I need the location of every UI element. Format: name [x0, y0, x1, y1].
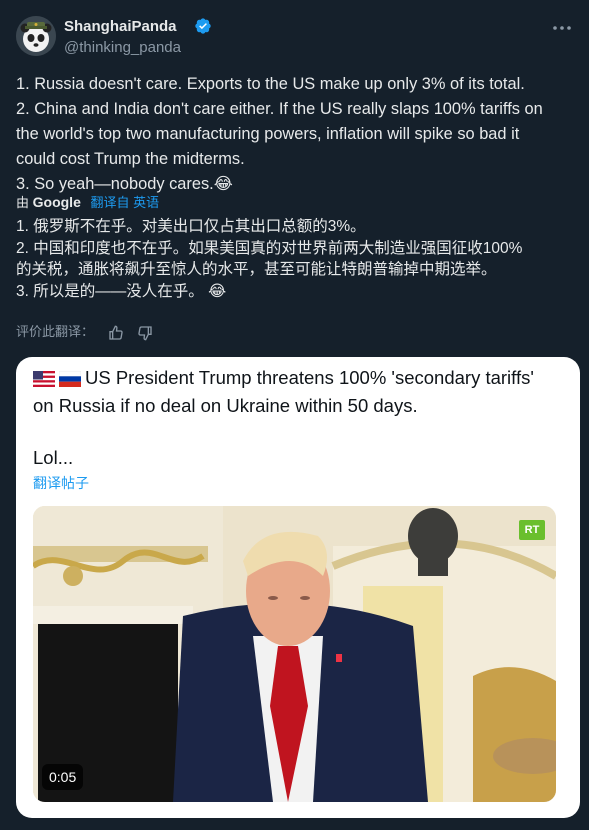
translation-line: 3. 所以是的——没人在乎。 😂 — [16, 282, 227, 300]
translated-from-link[interactable]: 翻译自 英语 — [91, 195, 160, 210]
rate-translation-row: 评价此翻译： — [16, 322, 153, 342]
rt-logo: RT — [519, 520, 545, 540]
translation-line: 1. 俄罗斯不在乎。对美出口仅占其出口总额的3%。 — [16, 218, 366, 235]
tweet-line: could cost Trump the midterms. — [16, 150, 245, 168]
translated-text: 1. 俄罗斯不在乎。对美出口仅占其出口总额的3%。 2. 中国和印度也不在乎。如… — [16, 216, 576, 302]
quoted-post-text: US President Trump threatens 100% 'secon… — [33, 364, 563, 420]
us-flag-icon — [33, 371, 55, 388]
tweet-line: 2. China and India don't care either. If… — [16, 100, 543, 118]
verified-badge-icon — [195, 18, 211, 34]
translation-line: 的关税，通胀将飙升至惊人的水平，甚至可能让特朗普输掉中期选举。 — [16, 261, 497, 278]
tweet-header: ShanghaiPanda @thinking_panda — [16, 14, 573, 58]
tweet-line: the world's top two manufacturing powers… — [16, 125, 520, 143]
video-player[interactable]: RT 0:05 — [33, 506, 556, 802]
video-thumbnail — [33, 506, 556, 802]
translation-line: 2. 中国和印度也不在乎。如果美国真的对世界前两大制造业强国征收100% — [16, 239, 523, 257]
russia-flag-icon — [59, 371, 81, 388]
google-logo: Google — [32, 194, 81, 210]
quoted-line: on Russia if no deal on Ukraine within 5… — [33, 395, 418, 416]
tweet-line: 1. Russia doesn't care. Exports to the U… — [16, 75, 525, 93]
thumbs-up-icon[interactable] — [108, 325, 124, 341]
handle[interactable]: @thinking_panda — [64, 39, 181, 56]
translated-by-prefix: 由 — [16, 195, 30, 210]
tweet-text: 1. Russia doesn't care. Exports to the U… — [16, 72, 576, 197]
video-duration-badge: 0:05 — [42, 764, 84, 790]
quoted-line: US President Trump threatens 100% 'secon… — [85, 367, 534, 388]
display-name[interactable]: ShanghaiPanda — [64, 18, 177, 35]
quoted-post-card[interactable]: US President Trump threatens 100% 'secon… — [16, 357, 580, 818]
more-options-icon[interactable] — [551, 20, 573, 36]
thumbs-down-icon[interactable] — [137, 325, 153, 341]
rate-translation-label: 评价此翻译： — [16, 324, 95, 339]
translate-post-link[interactable]: 翻译帖子 — [33, 473, 89, 493]
quoted-comment: Lol... — [33, 447, 74, 468]
avatar[interactable] — [16, 16, 56, 56]
translated-by-bar: 由 Google 翻译自 英语 — [16, 192, 159, 212]
